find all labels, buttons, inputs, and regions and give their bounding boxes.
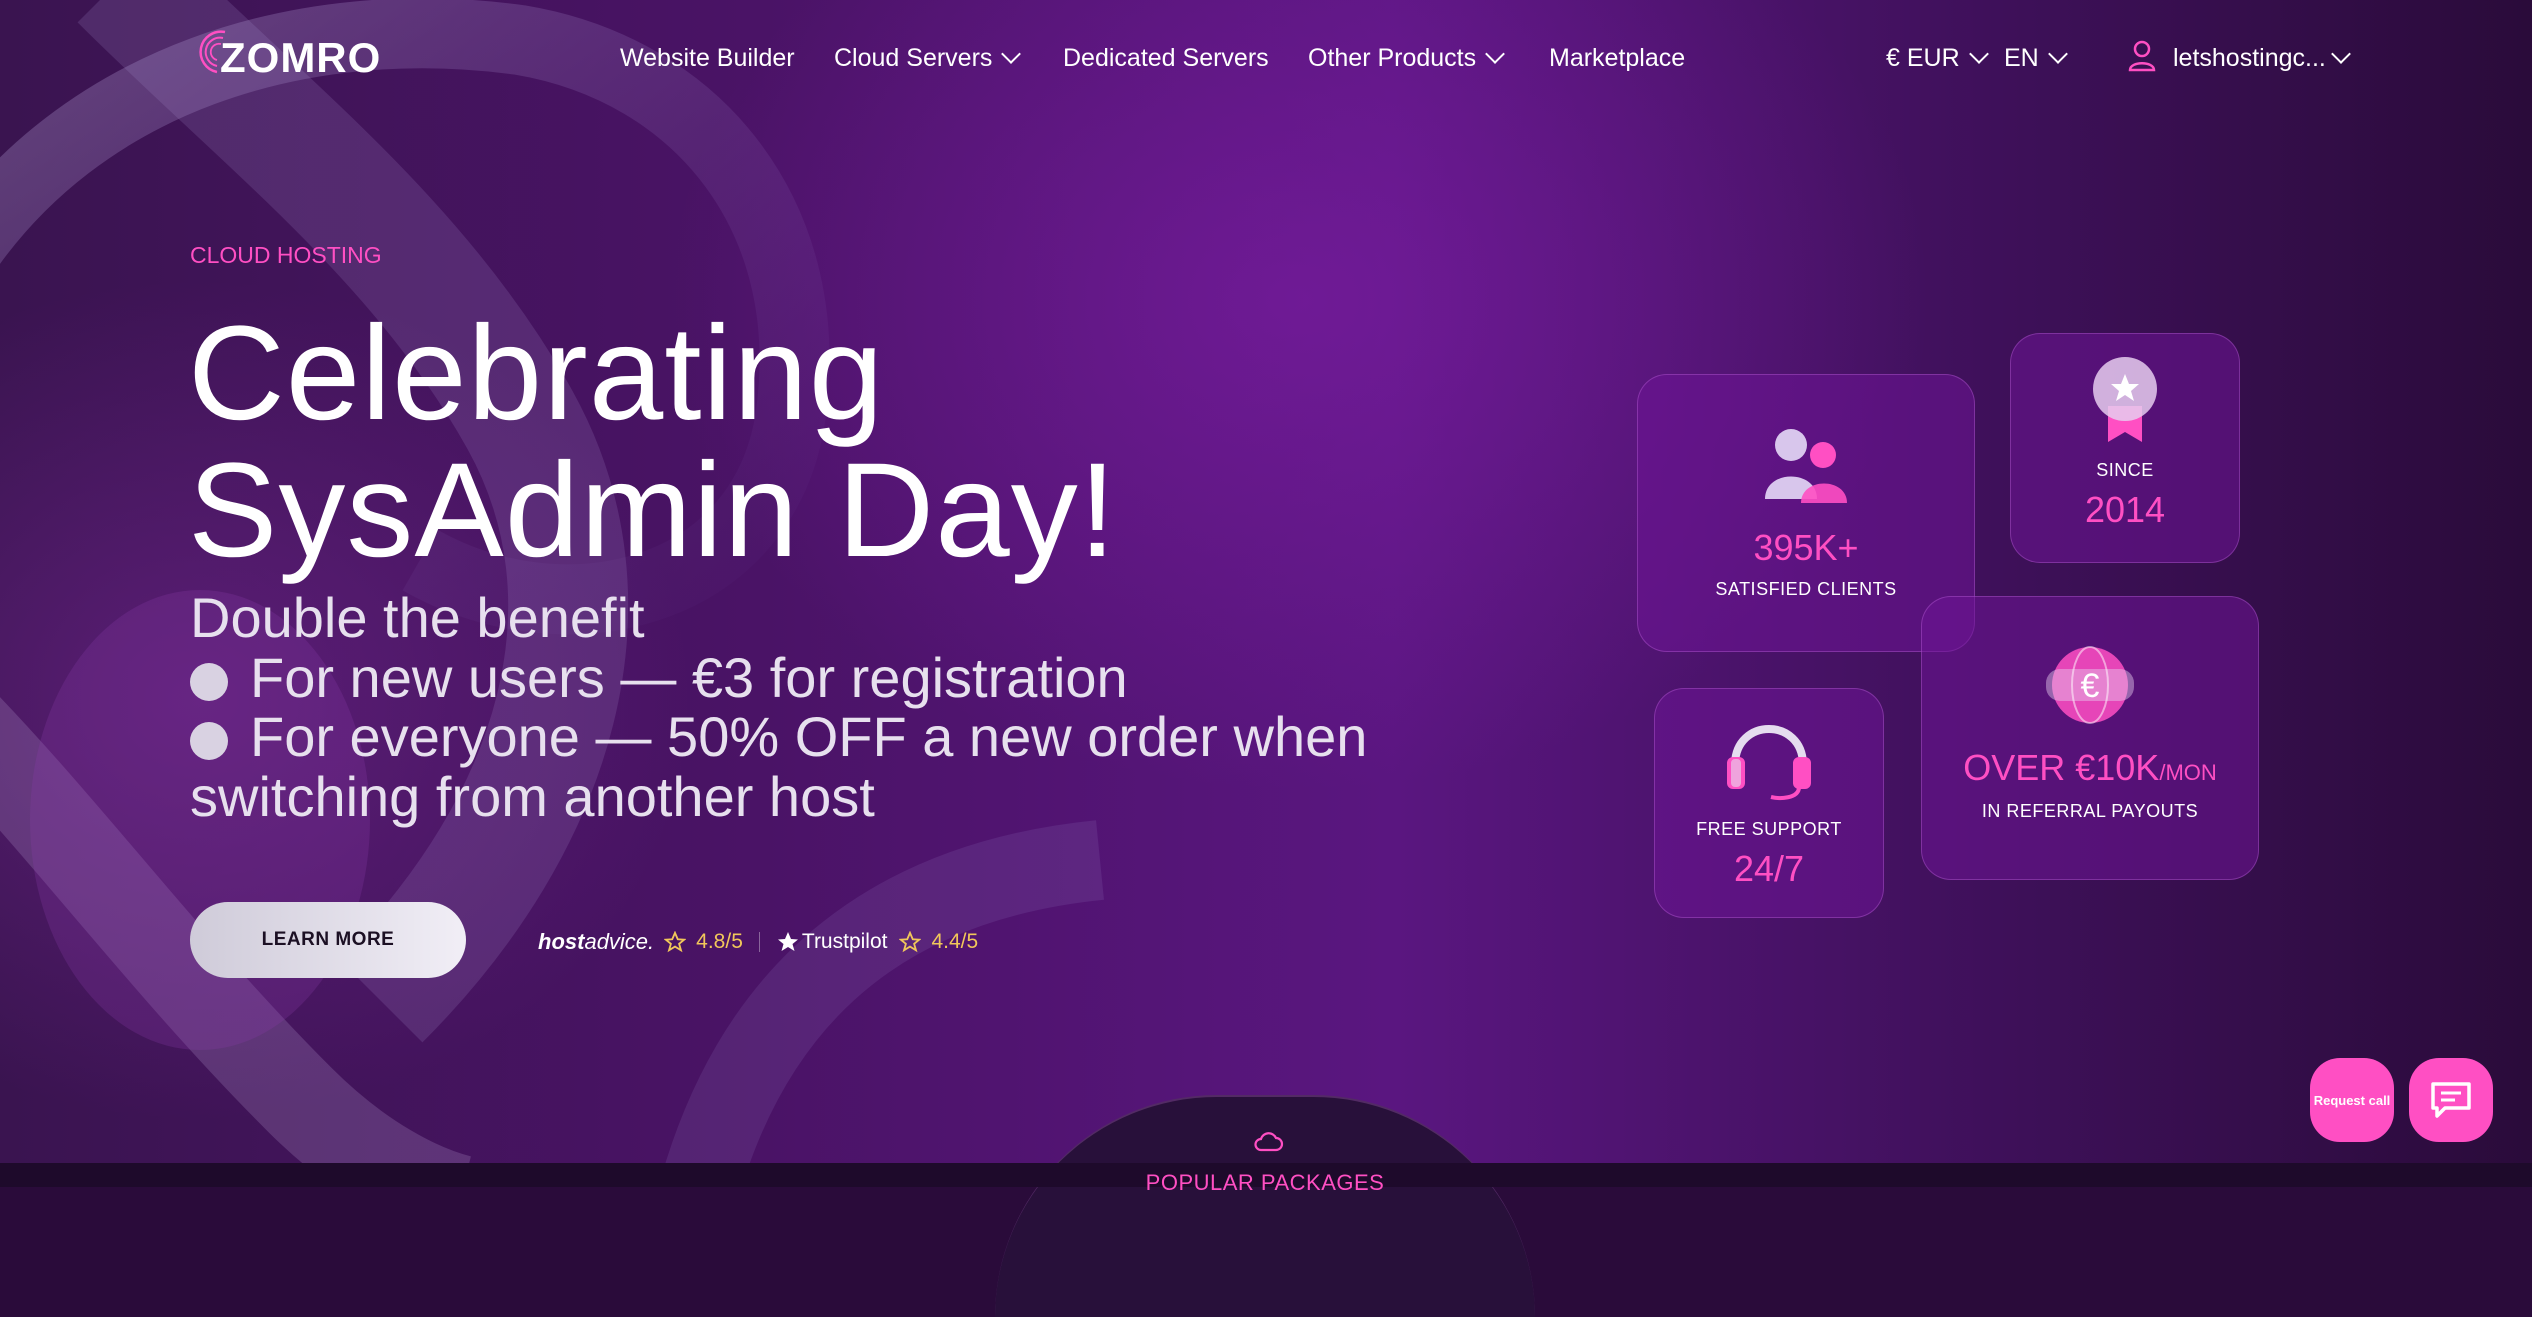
account-menu[interactable]: letshostingc...	[2173, 38, 2351, 78]
hostadvice-brand-bold: host	[538, 929, 585, 954]
since-value: 2014	[2084, 489, 2166, 530]
referral-value-row: OVER €10K/MON	[1963, 747, 2217, 789]
hostadvice-score: 4.8/5	[696, 930, 743, 953]
popular-packages-label[interactable]: POPULAR PACKAGES	[1100, 1170, 1430, 1196]
nav-label: Cloud Servers	[834, 43, 993, 72]
stat-card-support: FREE SUPPORT 24/7	[1654, 688, 1884, 918]
svg-text:€: €	[2081, 667, 2100, 705]
hero-bullet-2: For everyone — 50% OFF a new order when	[190, 707, 1367, 766]
currency-label: € EUR	[1886, 43, 1960, 72]
chat-icon	[2431, 1082, 2471, 1118]
hero-bullet-2-continued: switching from another host	[190, 765, 875, 828]
zomro-logo[interactable]: ZOMRO	[195, 26, 380, 86]
star-icon	[664, 931, 687, 953]
trustpilot-score: 4.4/5	[931, 930, 979, 953]
referral-value: OVER €10K	[1963, 747, 2160, 788]
logo-text: ZOMRO	[220, 34, 382, 81]
currency-selector[interactable]: € EUR	[1886, 38, 1989, 78]
account-label: letshostingc...	[2173, 43, 2326, 72]
chevron-down-icon	[2047, 44, 2068, 64]
nav-label: Other Products	[1308, 43, 1477, 72]
hero-eyebrow: CLOUD HOSTING	[190, 242, 382, 268]
ratings-bar: hostadvice. 4.8/5 Trustpilot 4.4/5	[538, 926, 978, 958]
chat-button[interactable]	[2409, 1058, 2493, 1142]
nav-label: Marketplace	[1549, 43, 1686, 72]
chevron-down-icon	[1001, 44, 1022, 64]
since-label: SINCE	[2096, 460, 2154, 480]
euro-globe-icon: €	[2046, 646, 2134, 724]
headset-icon	[1727, 725, 1811, 800]
chevron-down-icon	[1968, 44, 1989, 64]
clients-label: SATISFIED CLIENTS	[1715, 579, 1897, 599]
stat-card-since: SINCE 2014	[2010, 333, 2240, 563]
referral-label: IN REFERRAL PAYOUTS	[1981, 801, 2199, 821]
request-call-button[interactable]: Request call	[2310, 1058, 2394, 1142]
people-icon	[1765, 429, 1847, 503]
bullet-dot	[190, 722, 228, 760]
bullet-dot	[190, 663, 228, 701]
bullet-text: For new users — €3 for registration	[250, 646, 1128, 709]
stat-card-referral: € OVER €10K/MON IN REFERRAL PAYOUTS	[1921, 596, 2259, 880]
user-icon[interactable]	[2128, 40, 2156, 72]
ratings-divider	[758, 932, 760, 952]
learn-more-button[interactable]: LEARN MORE	[190, 902, 466, 978]
bullet-text: For everyone — 50% OFF a new order when	[250, 705, 1368, 768]
referral-unit: /MON	[2159, 760, 2217, 785]
star-icon	[899, 931, 922, 953]
clients-value: 395K+	[1753, 527, 1859, 568]
nav-other-products[interactable]: Other Products	[1308, 38, 1506, 78]
hero-title: Celebrating SysAdmin Day!	[188, 305, 1117, 579]
hostadvice-brand-rest: advice.	[584, 929, 655, 954]
nav-website-builder[interactable]: Website Builder	[620, 38, 795, 78]
language-selector[interactable]: EN	[2004, 38, 2068, 78]
language-label: EN	[2004, 43, 2039, 72]
hero-bullet-1: For new users — €3 for registration	[190, 648, 1128, 707]
chevron-down-icon	[1485, 44, 1506, 64]
trustpilot-logo[interactable]: Trustpilot	[802, 930, 888, 954]
nav-label: Website Builder	[620, 43, 795, 72]
support-label: FREE SUPPORT	[1696, 819, 1842, 839]
cloud-icon	[1254, 1132, 1284, 1152]
trustpilot-star-icon	[777, 932, 798, 951]
nav-label: Dedicated Servers	[1063, 43, 1269, 72]
hero-subtitle: Double the benefit	[190, 586, 645, 649]
chevron-down-icon	[2330, 44, 2351, 64]
hero-title-line1: Celebrating	[188, 299, 885, 448]
support-value: 24/7	[1733, 848, 1805, 889]
hostadvice-logo[interactable]: hostadvice.	[538, 929, 654, 955]
nav-dedicated-servers[interactable]: Dedicated Servers	[1063, 38, 1269, 78]
hero-title-line2: SysAdmin Day!	[188, 436, 1117, 585]
medal-icon	[2093, 357, 2157, 442]
nav-marketplace[interactable]: Marketplace	[1549, 38, 1685, 78]
nav-cloud-servers[interactable]: Cloud Servers	[834, 38, 1022, 78]
